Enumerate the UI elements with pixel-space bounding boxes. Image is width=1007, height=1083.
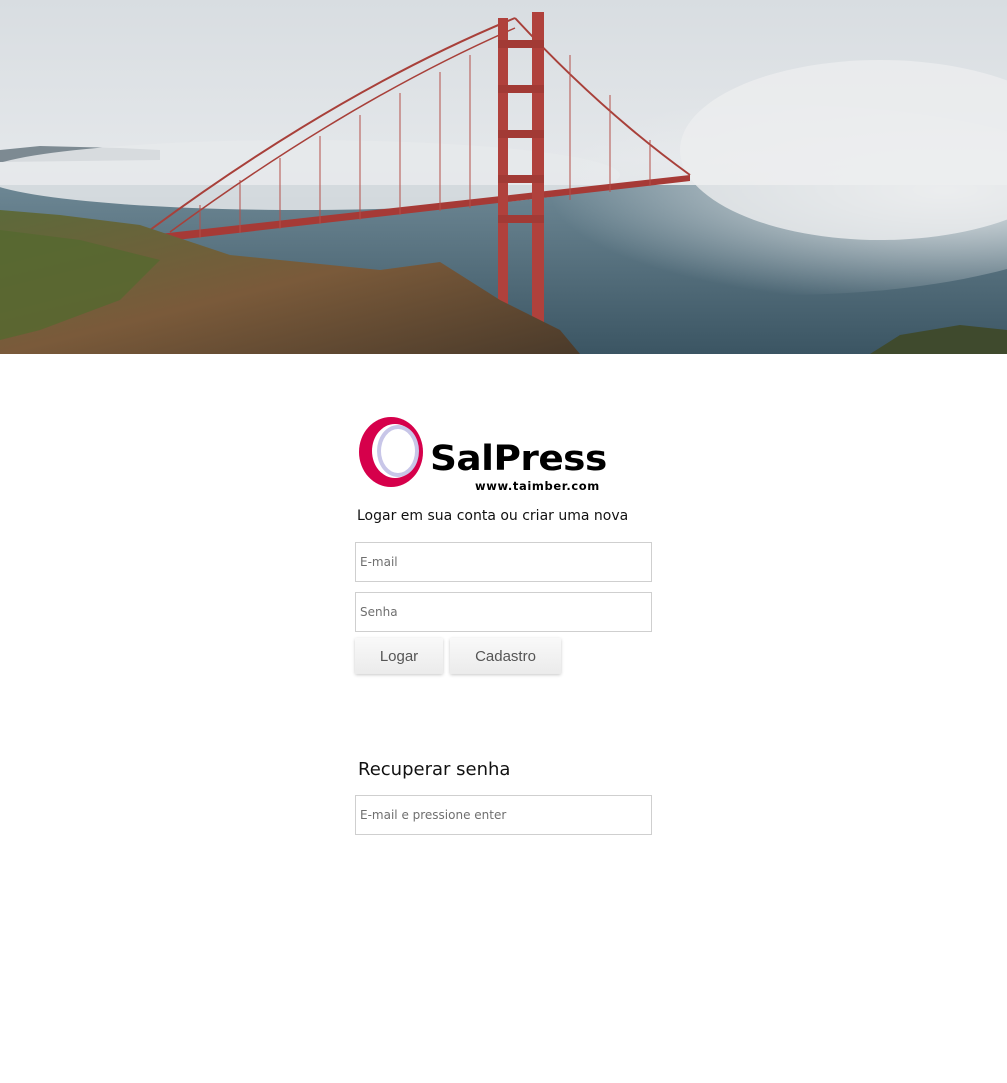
recover-email-field[interactable] — [355, 795, 652, 835]
password-field[interactable] — [355, 592, 652, 632]
login-button[interactable]: Logar — [355, 638, 443, 674]
email-field[interactable] — [355, 542, 652, 582]
logo-url-text: www.taimber.com — [475, 479, 600, 493]
recover-password-title: Recuperar senha — [358, 759, 511, 780]
bridge-photo-icon — [0, 0, 1007, 354]
logo-ring-icon — [359, 417, 423, 487]
hero-image — [0, 0, 1007, 354]
logo-brand-text: SalPress — [430, 439, 607, 479]
signup-button[interactable]: Cadastro — [450, 638, 561, 674]
salpress-logo: SalPress www.taimber.com — [358, 414, 618, 492]
login-subtitle: Logar em sua conta ou criar uma nova — [357, 508, 629, 524]
